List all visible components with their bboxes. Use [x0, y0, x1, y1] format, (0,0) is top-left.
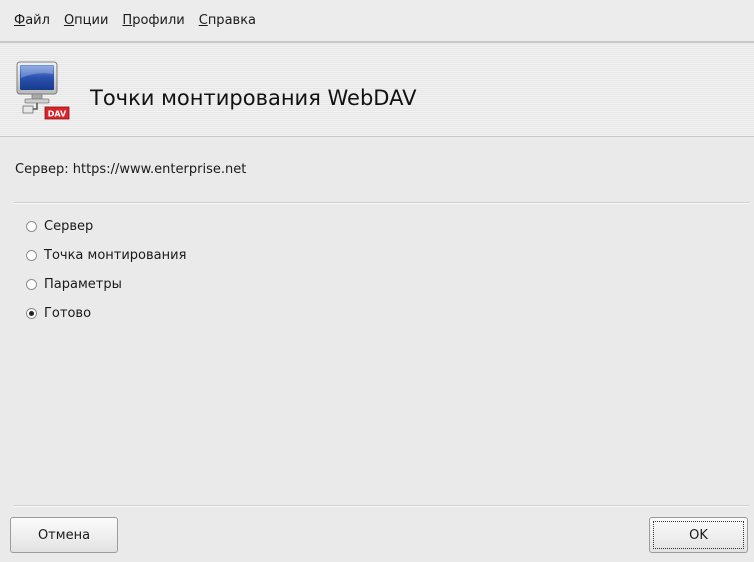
ok-button[interactable]: OK — [649, 517, 748, 553]
divider-top — [14, 202, 749, 204]
server-label: Сервер: https://www.enterprise.net — [15, 162, 247, 177]
radio-option-server[interactable]: Сервер — [26, 212, 186, 241]
options-radio-group: Сервер Точка монтирования Параметры Гото… — [26, 212, 186, 328]
radio-label-parameters: Параметры — [44, 277, 122, 292]
webdav-dialog-window: Файл Опции Профили Справка DAV Точки мон… — [0, 0, 754, 562]
page-title: Точки монтирования WebDAV — [90, 86, 417, 110]
menu-help-label: правка — [207, 13, 257, 28]
divider-bottom — [14, 505, 749, 507]
radio-button-parameters[interactable] — [26, 279, 37, 290]
menu-profiles-label: рофили — [132, 13, 185, 28]
radio-option-mountpoint[interactable]: Точка монтирования — [26, 241, 186, 270]
dav-badge-text: DAV — [48, 110, 67, 119]
radio-label-server: Сервер — [44, 219, 94, 234]
radio-button-server[interactable] — [26, 221, 37, 232]
menu-help[interactable]: Справка — [197, 11, 258, 30]
radio-label-done: Готово — [44, 306, 92, 321]
menu-options[interactable]: Опции — [62, 11, 110, 30]
header-banner: DAV Точки монтирования WebDAV — [0, 45, 754, 137]
ok-button-label: OK — [689, 527, 708, 543]
cancel-button-label: Отмена — [37, 527, 91, 543]
menu-profiles[interactable]: Профили — [120, 11, 186, 30]
menu-profiles-accel: П — [122, 13, 133, 28]
menu-help-accel: С — [198, 13, 208, 28]
menu-file-label: айл — [25, 13, 50, 28]
menu-file-accel: Ф — [14, 13, 26, 28]
menu-bar: Файл Опции Профили Справка — [0, 0, 754, 43]
computer-webdav-icon: DAV — [15, 60, 79, 122]
menu-options-label: пции — [74, 13, 109, 28]
menu-options-accel: О — [63, 13, 75, 28]
radio-label-mountpoint: Точка монтирования — [44, 248, 187, 263]
radio-button-mountpoint[interactable] — [26, 250, 37, 261]
radio-option-done[interactable]: Готово — [26, 299, 186, 328]
cancel-button[interactable]: Отмена — [10, 517, 118, 553]
radio-button-done[interactable] — [26, 308, 37, 319]
radio-option-parameters[interactable]: Параметры — [26, 270, 186, 299]
menu-file[interactable]: Файл — [12, 11, 52, 30]
